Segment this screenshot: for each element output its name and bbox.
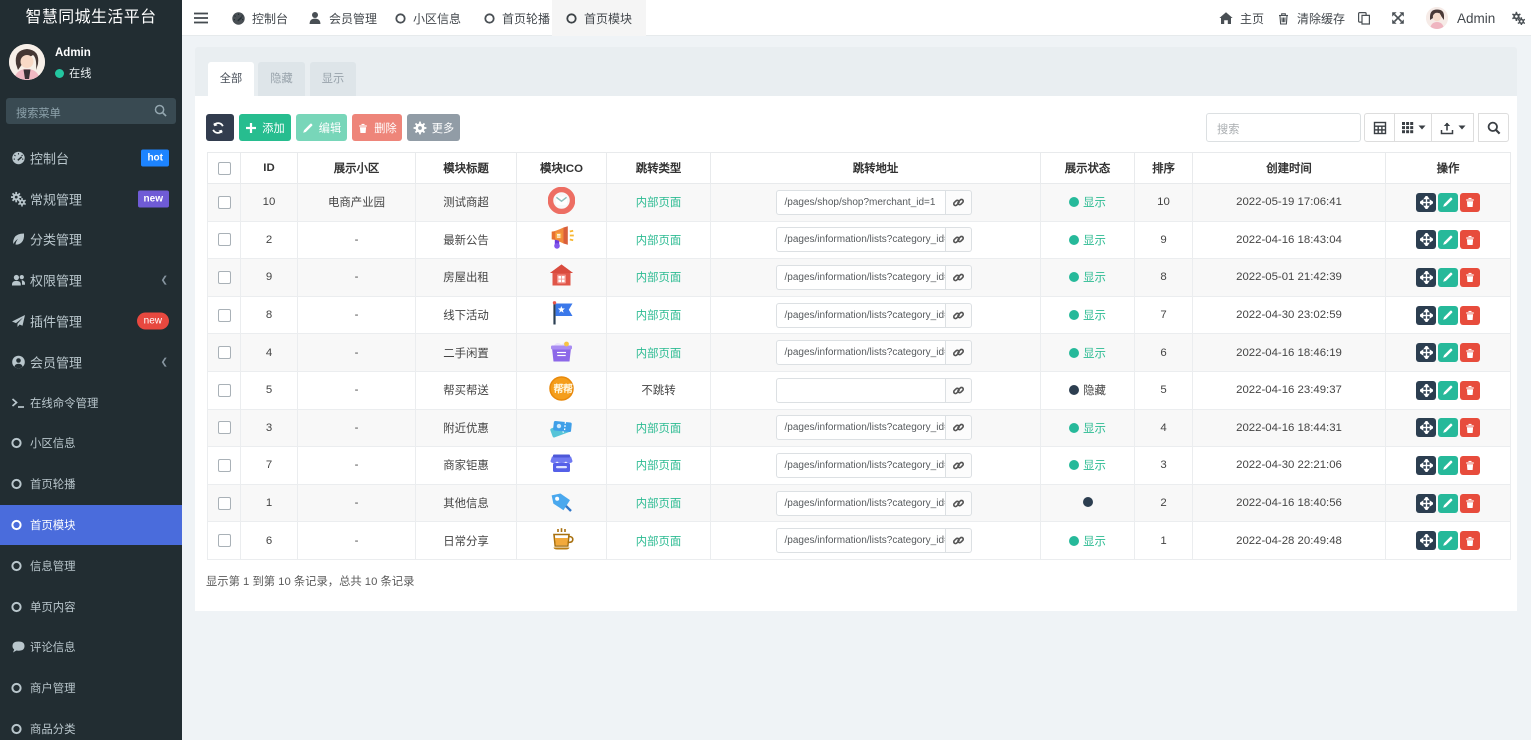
svg-text:帮: 帮 [554,383,564,396]
svg-text:帮: 帮 [563,383,573,396]
